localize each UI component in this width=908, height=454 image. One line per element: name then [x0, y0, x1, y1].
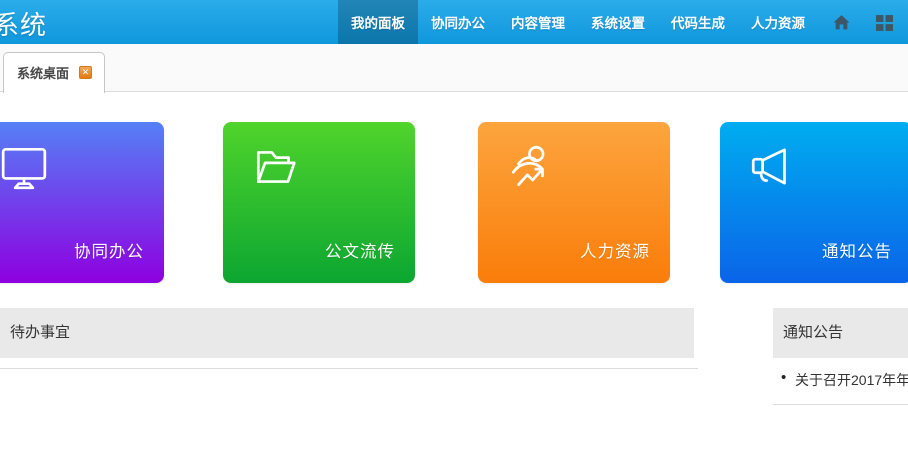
app-title: 系统 — [0, 5, 47, 42]
nav-item-my-dashboard[interactable]: 我的面板 — [338, 0, 418, 44]
tile-notices[interactable]: 通知公告 — [720, 122, 908, 283]
tile-label: 公文流传 — [325, 238, 395, 262]
top-navbar: 系统 我的面板 协同办公 内容管理 系统设置 代码生成 人力资源 — [0, 0, 908, 44]
tile-human-resources[interactable]: 人力资源 — [478, 122, 670, 283]
tab-system-desktop[interactable]: 系统桌面 ✕ — [3, 52, 105, 93]
grid-icon[interactable] — [867, 0, 902, 44]
tab-bar: 系统桌面 ✕ — [0, 44, 908, 92]
tab-label: 系统桌面 — [17, 63, 69, 82]
tile-collaborative-office[interactable]: 协同办公 — [0, 122, 164, 283]
monitor-icon — [0, 142, 49, 192]
notice-list: 关于召开2017年年 — [773, 360, 908, 400]
notice-panel-header: 通知公告 — [773, 308, 908, 358]
page: 系统 我的面板 协同办公 内容管理 系统设置 代码生成 人力资源 系统桌面 ✕ — [0, 0, 908, 454]
tile-document-flow[interactable]: 公文流传 — [223, 122, 415, 283]
main-nav: 我的面板 协同办公 内容管理 系统设置 代码生成 人力资源 — [338, 0, 902, 44]
todo-panel-header: 待办事宜 — [0, 308, 694, 358]
tile-label: 协同办公 — [74, 238, 144, 262]
notice-item[interactable]: 关于召开2017年年 — [773, 360, 908, 400]
nav-item-collaborative-office[interactable]: 协同办公 — [418, 0, 498, 44]
nav-item-system-settings[interactable]: 系统设置 — [578, 0, 658, 44]
todo-panel-divider — [0, 368, 698, 369]
notice-item-divider — [773, 404, 908, 405]
close-icon[interactable]: ✕ — [79, 66, 92, 79]
person-arrow-icon — [505, 142, 555, 192]
nav-item-code-generation[interactable]: 代码生成 — [658, 0, 738, 44]
open-folder-icon — [250, 142, 300, 192]
home-icon[interactable] — [824, 0, 859, 44]
nav-item-human-resources[interactable]: 人力资源 — [738, 0, 818, 44]
megaphone-icon — [747, 142, 797, 192]
tile-label: 通知公告 — [822, 238, 892, 262]
nav-item-content-management[interactable]: 内容管理 — [498, 0, 578, 44]
tile-label: 人力资源 — [580, 238, 650, 262]
